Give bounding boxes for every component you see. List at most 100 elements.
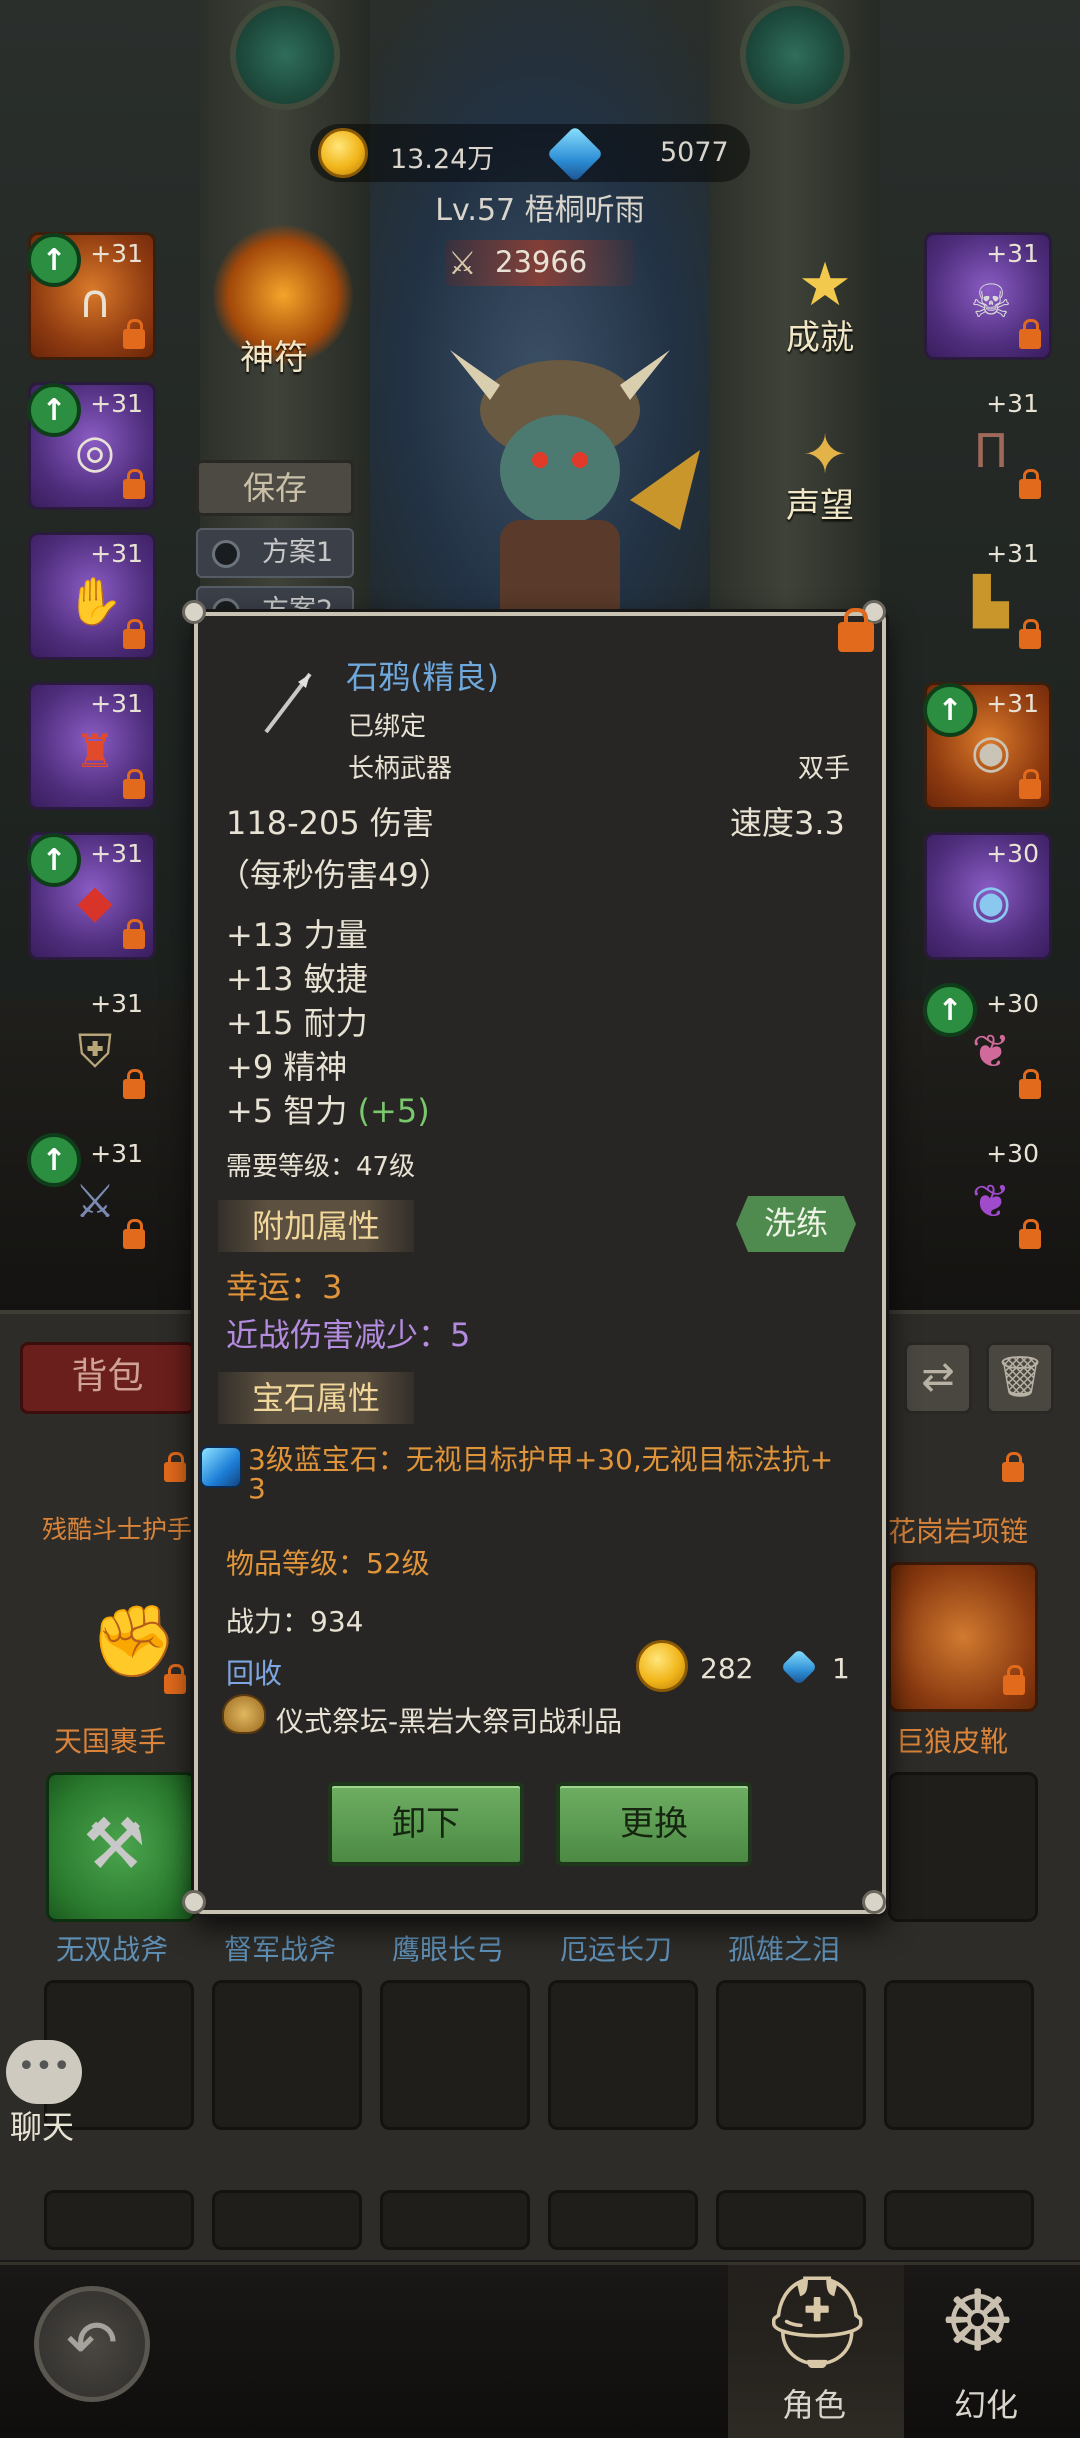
weapon-icon: ⚔: [74, 1174, 116, 1228]
recycle-link[interactable]: 回收: [226, 1652, 282, 1692]
equip-slot-necklace[interactable]: ↑ +31 ∩: [27, 232, 156, 360]
shield-icon: ⛨: [77, 1024, 113, 1078]
bag-item-name: 巨狼皮靴: [896, 1725, 1009, 1758]
boots-icon: ▙: [973, 574, 1009, 628]
lock-icon: [1003, 1665, 1025, 1695]
equip-slot-earring[interactable]: ↑ +30 ❦: [923, 982, 1052, 1110]
bag-cell-empty[interactable]: [212, 1980, 362, 2130]
equip-slot-earring-2[interactable]: +30 ❦: [924, 1132, 1052, 1260]
combat-power-value: 23966: [495, 245, 588, 279]
item-source: 仪式祭坛-黑岩大祭司战利品: [276, 1705, 623, 1738]
bag-tab[interactable]: 背包: [20, 1342, 195, 1414]
lock-icon: [1019, 1219, 1041, 1249]
replace-button[interactable]: 更换: [556, 1782, 752, 1866]
stat-stamina: +15 耐力: [226, 1004, 368, 1042]
diamond-amount: 5077: [660, 137, 729, 168]
equip-slot-shield[interactable]: +31 ⛨: [28, 982, 156, 1110]
bag-cell-empty[interactable]: [380, 2190, 530, 2250]
sort-button[interactable]: ⇄: [904, 1342, 972, 1414]
stat-agility: +13 敏捷: [226, 960, 368, 998]
bag-cell-empty[interactable]: [716, 2190, 866, 2250]
viking-helmet-icon: ⛑: [760, 2270, 875, 2375]
tab-character-label: 角色: [782, 2386, 847, 2424]
item-dps: （每秒伤害49）: [218, 856, 451, 894]
bag-cell-empty[interactable]: [888, 1772, 1038, 1922]
rune-emblem: [740, 0, 850, 110]
bag-item-name: 孤雄之泪: [728, 1933, 841, 1966]
equip-slot-armor[interactable]: +31 ♜: [28, 682, 156, 810]
tooltip-corner: [182, 1890, 206, 1914]
bag-item-name: 督军战斧: [224, 1933, 337, 1966]
equip-slot-bracer[interactable]: ↑ +31 ◆: [27, 832, 156, 960]
bag-cell-empty[interactable]: [212, 2190, 362, 2250]
bag-item-name: 残酷斗士护手: [42, 1515, 193, 1544]
bag-cell-empty[interactable]: [716, 1980, 866, 2130]
item-damage: 118-205 伤害: [226, 804, 434, 842]
equip-slot-weapon[interactable]: ↑ +31 ⚔: [27, 1132, 156, 1260]
tooltip-corner: [862, 1890, 886, 1914]
bag-item-name: 鹰眼长弓: [392, 1933, 505, 1966]
stat-intellect: +5 智力 (+5): [226, 1086, 430, 1132]
bag-cell-empty[interactable]: [548, 2190, 698, 2250]
equip-slot-boots[interactable]: +31 ▙: [924, 532, 1052, 660]
lock-icon: [164, 1664, 186, 1694]
lock-icon: [1019, 619, 1041, 649]
achievement-button[interactable]: 成就: [786, 310, 854, 359]
equip-slot-amulet[interactable]: ↑ +31 ◎: [27, 382, 156, 510]
equip-slot-ring[interactable]: ↑ +31 ◉: [923, 682, 1052, 810]
radio-dot: [212, 540, 240, 568]
bag-cell-empty[interactable]: [380, 1980, 530, 2130]
equip-slot-helmet[interactable]: +31 ☠: [924, 232, 1052, 360]
blue-gem-icon: [200, 1446, 242, 1488]
back-button[interactable]: ↶: [34, 2286, 150, 2402]
lock-icon: [1019, 769, 1041, 799]
helmet-icon: ☠: [970, 274, 1012, 328]
equip-slot-pants[interactable]: +31 Π: [924, 382, 1052, 510]
stat-spirit: +9 精神: [226, 1048, 348, 1086]
lock-icon: [1019, 469, 1041, 499]
item-speed: 速度3.3: [730, 804, 845, 842]
gold-coin-icon: [318, 128, 368, 178]
transform-icon[interactable]: ☸: [940, 2272, 1015, 2370]
plan-1-button[interactable]: 方案1: [196, 528, 354, 578]
lock-icon: [123, 319, 145, 349]
earring-icon: ❦: [971, 1174, 1011, 1228]
equip-slot-gloves[interactable]: +31 ✋: [28, 532, 156, 660]
item-lock-icon[interactable]: [838, 608, 874, 652]
armor-icon: ♜: [74, 724, 116, 778]
back-arrow-icon: ↶: [66, 2306, 118, 2379]
required-level: 需要等级：47级: [226, 1152, 416, 1182]
earring-icon: ❦: [971, 1024, 1011, 1078]
chat-button[interactable]: •••: [6, 2040, 82, 2104]
tab-transform[interactable]: 幻化: [954, 2380, 1018, 2426]
crossed-swords-icon: ⚔: [448, 244, 477, 282]
equip-slot-ring-2[interactable]: +30 ◉: [924, 832, 1052, 960]
bag-cell-empty[interactable]: [548, 1980, 698, 2130]
lock-icon: [123, 619, 145, 649]
bag-item-name: 无双战斧: [56, 1933, 169, 1966]
bag-cell-empty[interactable]: [884, 1980, 1034, 2130]
item-type: 长柄武器: [348, 754, 453, 784]
bottom-nav: [0, 2262, 1080, 2438]
lock-icon: [1002, 1452, 1024, 1482]
player-name: Lv.57 梧桐听雨: [435, 193, 645, 228]
bag-item-boots[interactable]: [888, 1562, 1038, 1712]
item-hand: 双手: [798, 754, 851, 784]
lock-icon: [1019, 319, 1041, 349]
tooltip-corner: [182, 600, 206, 624]
trash-icon: 🗑: [994, 1354, 1046, 1400]
save-button[interactable]: 保存: [196, 460, 354, 516]
bag-item-axe[interactable]: ⚒: [46, 1772, 196, 1922]
spear-icon: [264, 672, 312, 734]
trash-button[interactable]: 🗑: [986, 1342, 1054, 1414]
unequip-button[interactable]: 卸下: [328, 1782, 524, 1866]
item-bound: 已绑定: [348, 712, 427, 742]
gauntlet-icon[interactable]: ✊: [90, 1600, 177, 1683]
bag-item-name: 天国裹手: [54, 1725, 167, 1758]
reforge-button[interactable]: 洗练: [736, 1196, 856, 1252]
reputation-button[interactable]: 声望: [786, 478, 854, 527]
chat-label: 聊天: [10, 2108, 75, 2146]
bag-cell-empty[interactable]: [44, 2190, 194, 2250]
bag-cell-empty[interactable]: [884, 2190, 1034, 2250]
lock-icon: [123, 919, 145, 949]
